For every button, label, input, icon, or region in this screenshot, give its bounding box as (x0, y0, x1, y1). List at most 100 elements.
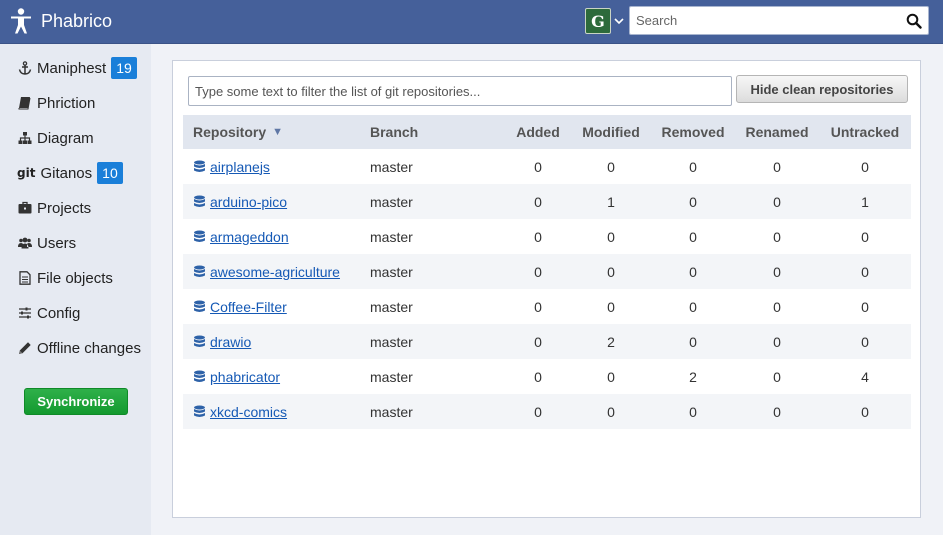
database-icon (194, 370, 205, 382)
repository-cell: awesome-agriculture (193, 254, 340, 289)
repository-link[interactable]: airplanejs (210, 159, 270, 175)
search-input[interactable] (630, 7, 900, 34)
app-brand[interactable]: Phabrico (10, 6, 112, 36)
repository-link[interactable]: xkcd-comics (210, 404, 287, 420)
sidebar-item-diagram[interactable]: Diagram (17, 125, 94, 151)
removed-count: 0 (689, 263, 697, 280)
table-row: drawio master 0 2 0 0 0 (183, 324, 911, 359)
renamed-count: 0 (773, 368, 781, 385)
column-header-untracked[interactable]: Untracked (828, 115, 902, 149)
repository-cell: airplanejs (193, 149, 270, 184)
added-count: 0 (534, 158, 542, 175)
database-icon (194, 335, 205, 347)
user-menu[interactable]: G (585, 8, 626, 34)
sidebar-item-label: File objects (37, 269, 113, 287)
added-count: 0 (534, 333, 542, 350)
avatar[interactable]: G (585, 8, 611, 34)
table-row: airplanejs master 0 0 0 0 0 (183, 149, 911, 184)
repository-link[interactable]: Coffee-Filter (210, 299, 287, 315)
added-count: 0 (534, 298, 542, 315)
repository-link[interactable]: awesome-agriculture (210, 264, 340, 280)
table-row: Coffee-Filter master 0 0 0 0 0 (183, 289, 911, 324)
added-count: 0 (534, 193, 542, 210)
book-icon (17, 95, 33, 111)
repository-table: Repository ▼ Branch Added Modified Remov… (183, 115, 911, 429)
search-icon[interactable] (906, 13, 922, 29)
sidebar-item-config[interactable]: Config (17, 300, 80, 326)
repository-panel: Hide clean repositories Repository ▼ Bra… (172, 60, 921, 518)
repository-cell: Coffee-Filter (193, 289, 287, 324)
removed-count: 0 (689, 333, 697, 350)
repository-filter-input[interactable] (188, 76, 732, 106)
sidebar-item-maniphest[interactable]: Maniphest 19 (17, 55, 137, 81)
renamed-count: 0 (773, 403, 781, 420)
added-count: 0 (534, 368, 542, 385)
database-icon (194, 300, 205, 312)
renamed-count: 0 (773, 193, 781, 210)
branch-cell: master (370, 158, 413, 175)
table-row: awesome-agriculture master 0 0 0 0 0 (183, 254, 911, 289)
repository-link[interactable]: drawio (210, 334, 251, 350)
column-header-removed[interactable]: Removed (657, 115, 729, 149)
sidebar-item-file-objects[interactable]: File objects (17, 265, 113, 291)
database-icon (194, 405, 205, 417)
column-header-branch[interactable]: Branch (370, 115, 418, 149)
branch-cell: master (370, 193, 413, 210)
database-icon (194, 265, 205, 277)
table-row: phabricator master 0 0 2 0 4 (183, 359, 911, 394)
removed-count: 0 (689, 298, 697, 315)
anchor-icon (17, 60, 33, 76)
branch-cell: master (370, 228, 413, 245)
repository-cell: phabricator (193, 359, 280, 394)
untracked-count: 0 (861, 228, 869, 245)
table-row: armageddon master 0 0 0 0 0 (183, 219, 911, 254)
person-logo-icon (11, 8, 31, 34)
repository-cell: xkcd-comics (193, 394, 287, 429)
sidebar-item-projects[interactable]: Projects (17, 195, 91, 221)
modified-count: 1 (607, 193, 615, 210)
notification-badge: 19 (111, 57, 137, 79)
sidebar-item-offline-changes[interactable]: Offline changes (17, 335, 141, 361)
table-body: airplanejs master 0 0 0 0 0 arduino-pico… (183, 149, 911, 429)
removed-count: 0 (689, 193, 697, 210)
added-count: 0 (534, 263, 542, 280)
column-header-modified[interactable]: Modified (575, 115, 647, 149)
branch-cell: master (370, 333, 413, 350)
chevron-down-icon (614, 18, 624, 25)
repository-link[interactable]: phabricator (210, 369, 280, 385)
sidebar-item-label: Config (37, 304, 81, 322)
untracked-count: 1 (861, 193, 869, 210)
repository-cell: drawio (193, 324, 251, 359)
branch-cell: master (370, 403, 413, 420)
sidebar-item-users[interactable]: Users (17, 230, 76, 256)
removed-count: 2 (689, 368, 697, 385)
column-header-renamed[interactable]: Renamed (741, 115, 813, 149)
column-header-added[interactable]: Added (508, 115, 568, 149)
repository-link[interactable]: arduino-pico (210, 194, 287, 210)
git-icon: git (17, 166, 36, 180)
sidebar-item-label: Maniphest (37, 59, 107, 77)
table-row: xkcd-comics master 0 0 0 0 0 (183, 394, 911, 429)
sitemap-icon (17, 130, 33, 146)
removed-count: 0 (689, 228, 697, 245)
hide-clean-repositories-button[interactable]: Hide clean repositories (736, 75, 908, 103)
file-icon (17, 270, 33, 286)
sidebar-item-label: Diagram (37, 129, 94, 147)
notification-badge: 10 (97, 162, 123, 184)
renamed-count: 0 (773, 228, 781, 245)
untracked-count: 0 (861, 158, 869, 175)
repository-link[interactable]: armageddon (210, 229, 289, 245)
column-header-repository[interactable]: Repository ▼ (193, 115, 283, 149)
modified-count: 0 (607, 403, 615, 420)
renamed-count: 0 (773, 263, 781, 280)
repository-cell: armageddon (193, 219, 289, 254)
untracked-count: 4 (861, 368, 869, 385)
untracked-count: 0 (861, 403, 869, 420)
sidebar-item-phriction[interactable]: Phriction (17, 90, 95, 116)
app-title: Phabrico (41, 10, 113, 31)
added-count: 0 (534, 403, 542, 420)
removed-count: 0 (689, 158, 697, 175)
sidebar-item-gitanos[interactable]: git Gitanos 10 (17, 160, 123, 186)
table-row: arduino-pico master 0 1 0 0 1 (183, 184, 911, 219)
synchronize-button[interactable]: Synchronize (24, 388, 128, 415)
